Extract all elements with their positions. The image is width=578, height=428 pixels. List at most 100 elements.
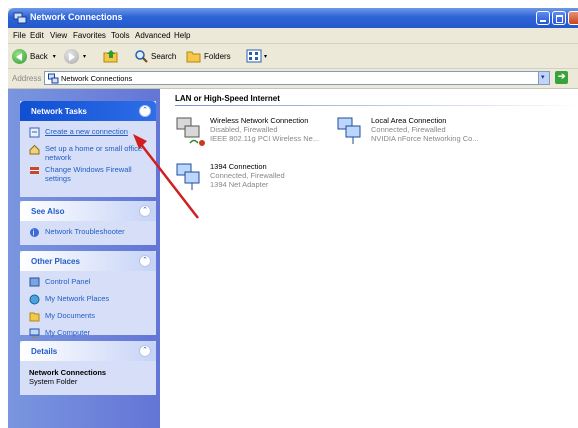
panel-title: Network Tasks xyxy=(31,107,87,116)
address-value: Network Connections xyxy=(61,74,133,83)
help-icon: i xyxy=(30,228,39,238)
connection-name: 1394 Connection xyxy=(210,162,267,171)
maximize-button[interactable] xyxy=(552,11,566,25)
connection-status: Connected, Firewalled xyxy=(210,171,285,180)
views-button[interactable]: ▾ xyxy=(246,48,267,64)
task-label: Create a new connection xyxy=(45,127,128,136)
my-network-places-link[interactable]: My Network Places xyxy=(29,294,148,308)
connection-device: 1394 Net Adapter xyxy=(210,180,269,189)
forward-arrow-icon xyxy=(64,48,79,64)
dropdown-arrow-icon: ▾ xyxy=(83,53,87,60)
my-computer-link[interactable]: My Computer xyxy=(29,328,148,342)
folders-icon xyxy=(186,51,201,63)
firewall-icon xyxy=(30,167,39,174)
wireless-connection-icon xyxy=(176,117,205,146)
address-input[interactable]: Network Connections xyxy=(44,71,540,85)
details-name: Network Connections xyxy=(29,368,107,377)
back-arrow-icon xyxy=(12,48,27,64)
menu-tools[interactable]: Tools xyxy=(111,31,130,40)
window-title: Network Connections xyxy=(30,12,123,22)
up-folder-icon xyxy=(103,50,118,63)
task-label: Network Troubleshooter xyxy=(45,227,125,236)
collapse-icon[interactable]: ⌃ xyxy=(139,205,151,217)
title-bar[interactable]: Network Connections xyxy=(8,8,578,28)
lan-connection-icon xyxy=(337,117,361,144)
forward-button[interactable]: ▾ xyxy=(64,48,86,64)
1394-connection-icon xyxy=(176,163,200,190)
chevron-down-icon: ▾ xyxy=(541,74,545,81)
connection-name: Local Area Connection xyxy=(371,116,447,125)
control-panel-link[interactable]: Control Panel xyxy=(29,277,148,291)
explorer-window: Network Connections File Edit View Favor… xyxy=(8,8,578,428)
connection-item-1394[interactable]: 1394 Connection Connected, Firewalled 13… xyxy=(174,161,354,195)
see-also-header[interactable]: See Also ⌃ xyxy=(20,201,156,221)
folders-button[interactable]: Folders xyxy=(186,48,231,64)
connection-item-wireless[interactable]: Wireless Network Connection Disabled, Fi… xyxy=(174,115,354,149)
menu-edit[interactable]: Edit xyxy=(30,31,44,40)
new-connection-icon xyxy=(29,127,40,138)
go-button[interactable]: ➔ xyxy=(555,71,568,84)
home-network-icon xyxy=(29,144,40,155)
task-label: My Computer xyxy=(45,328,91,337)
group-header: LAN or High-Speed Internet xyxy=(175,94,280,103)
menu-view[interactable]: View xyxy=(50,31,67,40)
collapse-icon[interactable]: ⌃ xyxy=(139,255,151,267)
svg-text:i: i xyxy=(33,229,35,238)
task-label: My Network Places xyxy=(45,294,110,303)
details-panel: Details ⌃ Network Connections System Fol… xyxy=(20,341,156,395)
details-header[interactable]: Details ⌃ xyxy=(20,341,156,361)
documents-icon xyxy=(29,312,40,322)
see-also-panel: See Also ⌃ i Network Troubleshooter xyxy=(20,201,156,245)
address-label: Address xyxy=(12,74,42,83)
connection-device: NVIDIA nForce Networking Co... xyxy=(371,134,479,143)
go-arrow-icon: ➔ xyxy=(558,71,566,81)
other-places-header[interactable]: Other Places ⌃ xyxy=(20,251,156,271)
toolbar: Back ▾ ▾ Search Folders ▾ xyxy=(8,44,578,69)
search-icon xyxy=(135,49,148,63)
network-connections-icon xyxy=(48,73,59,84)
collapse-icon[interactable]: ⌃ xyxy=(139,105,151,117)
details-type: System Folder xyxy=(29,377,78,386)
views-icon xyxy=(246,49,262,63)
address-bar: Address Network Connections ▾ ➔ xyxy=(8,69,578,89)
collapse-icon[interactable]: ⌃ xyxy=(139,345,151,357)
up-folder-button[interactable] xyxy=(103,48,119,64)
dropdown-arrow-icon: ▾ xyxy=(52,53,56,60)
menu-file[interactable]: File xyxy=(13,31,26,40)
task-label: Change Windows Firewall settings xyxy=(45,165,132,183)
back-label: Back xyxy=(30,51,48,61)
task-label: Control Panel xyxy=(45,277,91,286)
back-button[interactable]: Back ▾ xyxy=(12,48,56,64)
menu-help[interactable]: Help xyxy=(174,31,190,40)
search-label: Search xyxy=(151,51,177,61)
network-troubleshooter-link[interactable]: i Network Troubleshooter xyxy=(29,227,148,241)
menu-advanced[interactable]: Advanced xyxy=(135,31,171,40)
my-documents-link[interactable]: My Documents xyxy=(29,311,148,325)
task-label: Set up a home or small office network xyxy=(45,144,142,162)
other-places-panel: Other Places ⌃ Control Panel My Network … xyxy=(20,251,156,338)
home-network-link[interactable]: Set up a home or small office network xyxy=(29,144,148,162)
group-divider xyxy=(175,105,578,106)
network-tasks-header[interactable]: Network Tasks ⌃ xyxy=(20,101,156,121)
panel-title: See Also xyxy=(31,207,65,216)
firewall-settings-link[interactable]: Change Windows Firewall settings xyxy=(29,165,148,183)
connection-name: Wireless Network Connection xyxy=(210,116,309,125)
connection-status: Disabled, Firewalled xyxy=(210,125,278,134)
address-dropdown-button[interactable]: ▾ xyxy=(538,71,550,85)
content-pane: LAN or High-Speed Internet Wireless Netw… xyxy=(160,89,578,428)
panel-title: Details xyxy=(31,347,58,356)
connection-status: Connected, Firewalled xyxy=(371,125,446,134)
menu-favorites[interactable]: Favorites xyxy=(73,31,106,40)
task-label: My Documents xyxy=(45,311,96,320)
task-pane: Network Tasks ⌃ Create a new connection … xyxy=(8,89,160,428)
menu-bar: File Edit View Favorites Tools Advanced … xyxy=(8,28,578,44)
connection-item-local-area[interactable]: Local Area Connection Connected, Firewal… xyxy=(335,115,515,149)
search-button[interactable]: Search xyxy=(134,48,176,64)
connection-device: IEEE 802.11g PCI Wireless Ne... xyxy=(210,134,320,143)
network-connections-icon xyxy=(13,12,27,24)
minimize-button[interactable] xyxy=(536,11,550,25)
control-panel-icon xyxy=(29,277,40,287)
close-button[interactable] xyxy=(568,11,578,25)
panel-title: Other Places xyxy=(31,257,80,266)
create-new-connection-link[interactable]: Create a new connection xyxy=(29,127,148,141)
